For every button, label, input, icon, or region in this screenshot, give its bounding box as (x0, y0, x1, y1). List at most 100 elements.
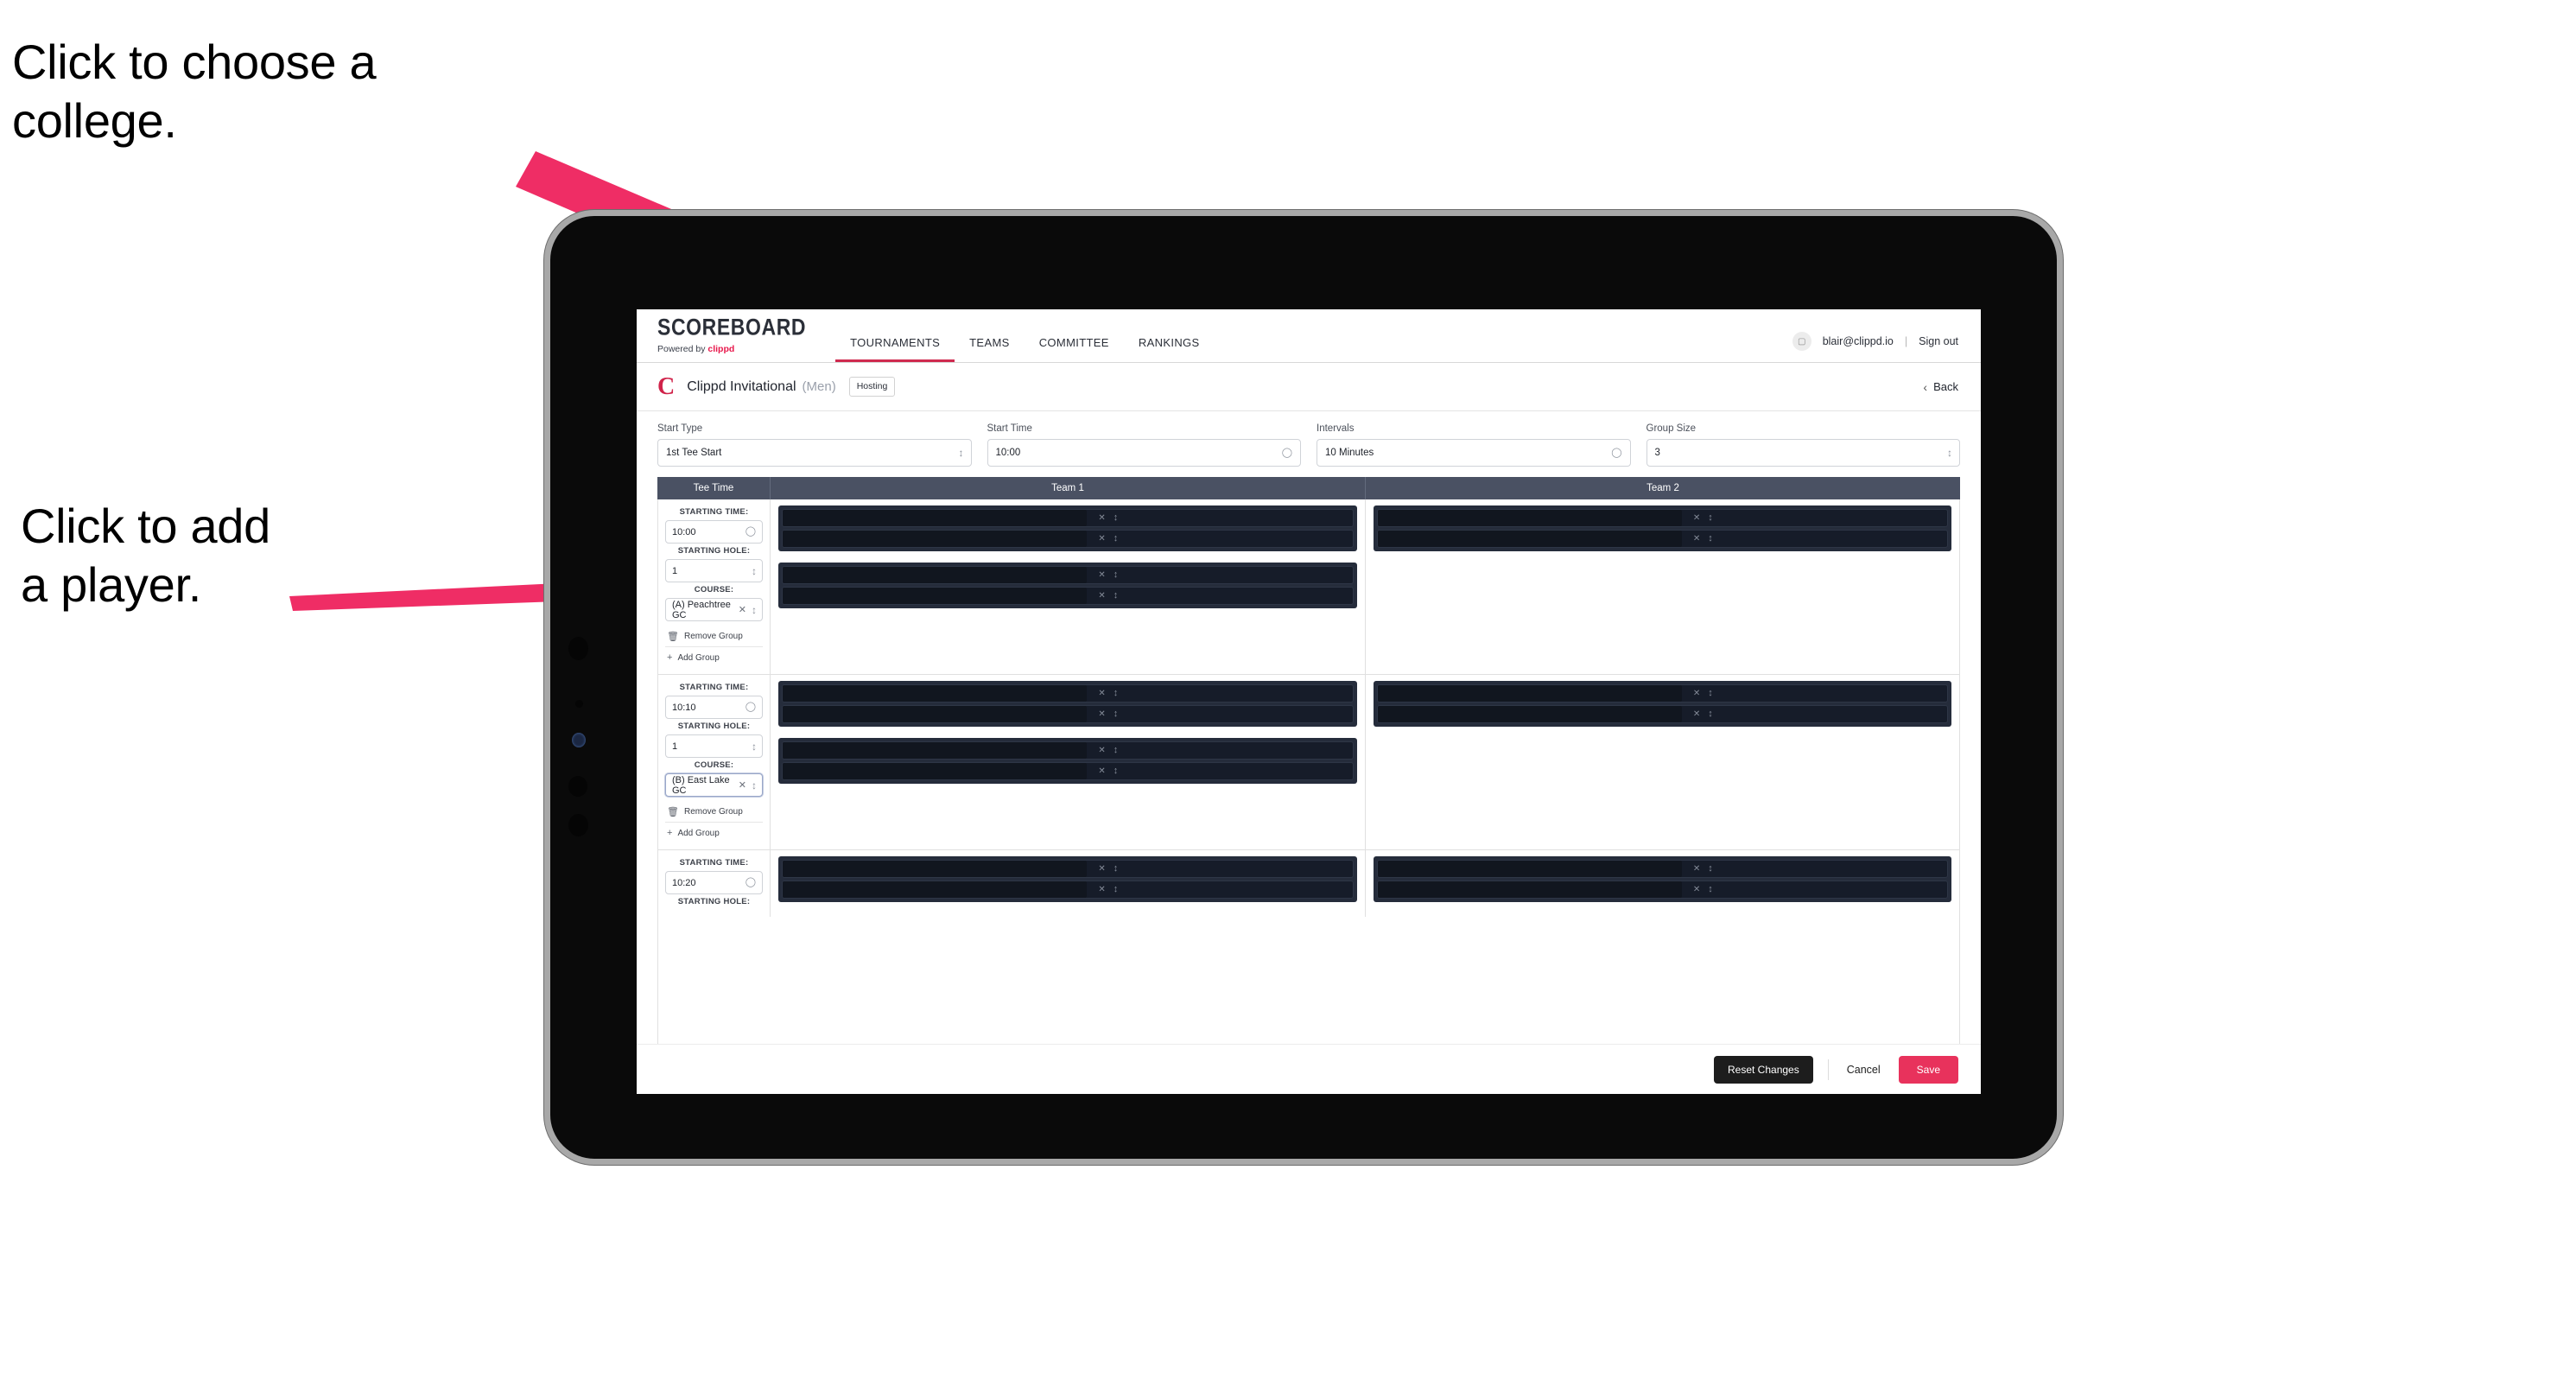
close-x-icon[interactable]: ✕ (1693, 689, 1700, 698)
reset-changes-button[interactable]: Reset Changes (1714, 1055, 1813, 1084)
table-row: STARTING TIME: 10:10 ◯ STARTING HOLE: 1 ↕ COUR… (658, 675, 1959, 850)
player-slot-row[interactable]: ✕ ↕ (782, 705, 1354, 723)
player-group-box: ✕ ↕ ✕ ↕ (1373, 505, 1951, 551)
starting-time-value: 10:20 (672, 877, 696, 888)
player-name-redacted (783, 881, 1088, 898)
start-time-input[interactable]: 10:00 ◯ (987, 439, 1301, 467)
close-x-icon[interactable]: ✕ (1098, 885, 1105, 894)
remove-group-button[interactable]: 🗑 Remove Group (665, 626, 763, 647)
player-slot-row[interactable]: ✕ ↕ (782, 530, 1354, 548)
player-slot-row[interactable]: ✕ ↕ (782, 587, 1354, 605)
stepper-icon[interactable]: ↕ (1114, 570, 1118, 580)
close-x-icon[interactable]: ✕ (1098, 864, 1105, 874)
stepper-icon[interactable]: ↕ (1114, 766, 1118, 776)
sign-out-link[interactable]: Sign out (1919, 335, 1958, 347)
group-size-select[interactable]: 3 ↕ (1646, 439, 1960, 467)
stepper-icon[interactable]: ↕ (1114, 864, 1118, 874)
course-value: (B) East Lake GC (672, 774, 730, 796)
player-slot-row[interactable]: ✕ ↕ (782, 566, 1354, 584)
course-select[interactable]: (B) East Lake GC ✕ ↕ (665, 773, 763, 797)
close-x-icon[interactable]: ✕ (1098, 689, 1105, 698)
add-group-button[interactable]: + Add Group (665, 647, 763, 667)
player-slot-row[interactable]: ✕ ↕ (782, 741, 1354, 760)
tab-tournaments[interactable]: TOURNAMENTS (835, 337, 955, 362)
stepper-icon[interactable]: ↕ (1114, 746, 1118, 755)
player-name-redacted (783, 588, 1088, 604)
close-x-icon[interactable]: ✕ (739, 779, 746, 791)
starting-hole-label: STARTING HOLE: (677, 722, 751, 731)
column-header-team1: Team 1 (770, 477, 1365, 499)
player-name-redacted (783, 742, 1088, 759)
tab-teams[interactable]: TEAMS (955, 337, 1025, 362)
stepper-icon[interactable]: ↕ (1708, 513, 1712, 523)
close-x-icon[interactable]: ✕ (1693, 513, 1700, 523)
brand-logo[interactable]: SCOREBOARD Powered by clippd (657, 315, 806, 363)
stepper-icon[interactable]: ↕ (1114, 534, 1118, 544)
remove-group-label: Remove Group (683, 632, 743, 641)
player-slot-row[interactable]: ✕ ↕ (782, 881, 1354, 899)
stepper-icon[interactable]: ↕ (1114, 709, 1118, 719)
close-x-icon[interactable]: ✕ (1098, 570, 1105, 580)
stepper-icon[interactable]: ↕ (1708, 534, 1712, 544)
player-slot-row[interactable]: ✕ ↕ (1376, 530, 1948, 548)
player-slot-row[interactable]: ✕ ↕ (782, 762, 1354, 780)
starting-time-input[interactable]: 10:20 ◯ (665, 871, 763, 894)
field-label: Start Time (987, 423, 1032, 434)
player-name-redacted (783, 706, 1088, 722)
stepper-icon: ↕ (1947, 447, 1952, 459)
starting-hole-input[interactable]: 1 ↕ (665, 734, 763, 758)
back-button[interactable]: ‹ Back (1923, 380, 1958, 394)
close-x-icon[interactable]: ✕ (1693, 534, 1700, 544)
player-slot-row[interactable]: ✕ ↕ (1376, 705, 1948, 723)
stepper-icon[interactable]: ↕ (1708, 709, 1712, 719)
stepper-icon[interactable]: ↕ (1114, 689, 1118, 698)
player-group-box: ✕ ↕ ✕ ↕ (778, 505, 1357, 551)
close-x-icon[interactable]: ✕ (1098, 746, 1105, 755)
column-header-team2: Team 2 (1365, 477, 1960, 499)
stepper-icon[interactable]: ↕ (1708, 885, 1712, 894)
close-x-icon[interactable]: ✕ (1693, 709, 1700, 719)
course-select[interactable]: (A) Peachtree GC ✕ ↕ (665, 598, 763, 621)
remove-group-button[interactable]: 🗑 Remove Group (665, 801, 763, 823)
starting-time-input[interactable]: 10:00 ◯ (665, 520, 763, 544)
close-x-icon[interactable]: ✕ (1693, 885, 1700, 894)
status-badge: Hosting (848, 377, 896, 397)
stepper-icon[interactable]: ↕ (1708, 689, 1712, 698)
tab-rankings[interactable]: RANKINGS (1124, 337, 1215, 362)
stepper-icon[interactable]: ↕ (1114, 591, 1118, 601)
action-bar: Reset Changes Cancel Save (637, 1044, 1981, 1094)
stepper-icon[interactable]: ↕ (1114, 885, 1118, 894)
close-x-icon[interactable]: ✕ (1098, 591, 1105, 601)
close-x-icon[interactable]: ✕ (1098, 534, 1105, 544)
table-row: STARTING TIME: 10:00 ◯ STARTING HOLE: 1 ↕ COUR… (658, 499, 1959, 675)
start-type-select[interactable]: 1st Tee Start ↕ (657, 439, 972, 467)
user-avatar-icon[interactable]: ▢ (1792, 332, 1811, 351)
intervals-input[interactable]: 10 Minutes ◯ (1317, 439, 1631, 467)
player-slot-row[interactable]: ✕ ↕ (782, 509, 1354, 527)
tournament-name: Clippd Invitational (687, 378, 796, 394)
add-group-button[interactable]: + Add Group (665, 823, 763, 842)
player-slot-row[interactable]: ✕ ↕ (1376, 684, 1948, 703)
top-navigation-bar: SCOREBOARD Powered by clippd TOURNAMENTS… (637, 309, 1981, 363)
cancel-button[interactable]: Cancel (1843, 1059, 1884, 1081)
starting-time-input[interactable]: 10:10 ◯ (665, 696, 763, 719)
stepper-icon[interactable]: ↕ (1114, 513, 1118, 523)
close-x-icon[interactable]: ✕ (1693, 864, 1700, 874)
player-slot-row[interactable]: ✕ ↕ (782, 860, 1354, 878)
starting-hole-input[interactable]: 1 ↕ (665, 559, 763, 582)
user-email: blair@clippd.io (1822, 335, 1894, 347)
player-slot-row[interactable]: ✕ ↕ (1376, 881, 1948, 899)
stepper-icon[interactable]: ↕ (1708, 864, 1712, 874)
player-slot-row[interactable]: ✕ ↕ (1376, 860, 1948, 878)
start-time-value: 10:00 (995, 448, 1021, 458)
close-x-icon[interactable]: ✕ (739, 604, 746, 615)
save-button[interactable]: Save (1898, 1055, 1958, 1084)
close-x-icon[interactable]: ✕ (1098, 513, 1105, 523)
player-slot-row[interactable]: ✕ ↕ (1376, 509, 1948, 527)
team1-cell: ✕ ↕ ✕ ↕ ✕ ↕ ✕ ↕ (771, 499, 1366, 674)
player-group-box: ✕ ↕ ✕ ↕ (1373, 681, 1951, 727)
close-x-icon[interactable]: ✕ (1098, 766, 1105, 776)
close-x-icon[interactable]: ✕ (1098, 709, 1105, 719)
player-slot-row[interactable]: ✕ ↕ (782, 684, 1354, 703)
tab-committee[interactable]: COMMITTEE (1025, 337, 1124, 362)
